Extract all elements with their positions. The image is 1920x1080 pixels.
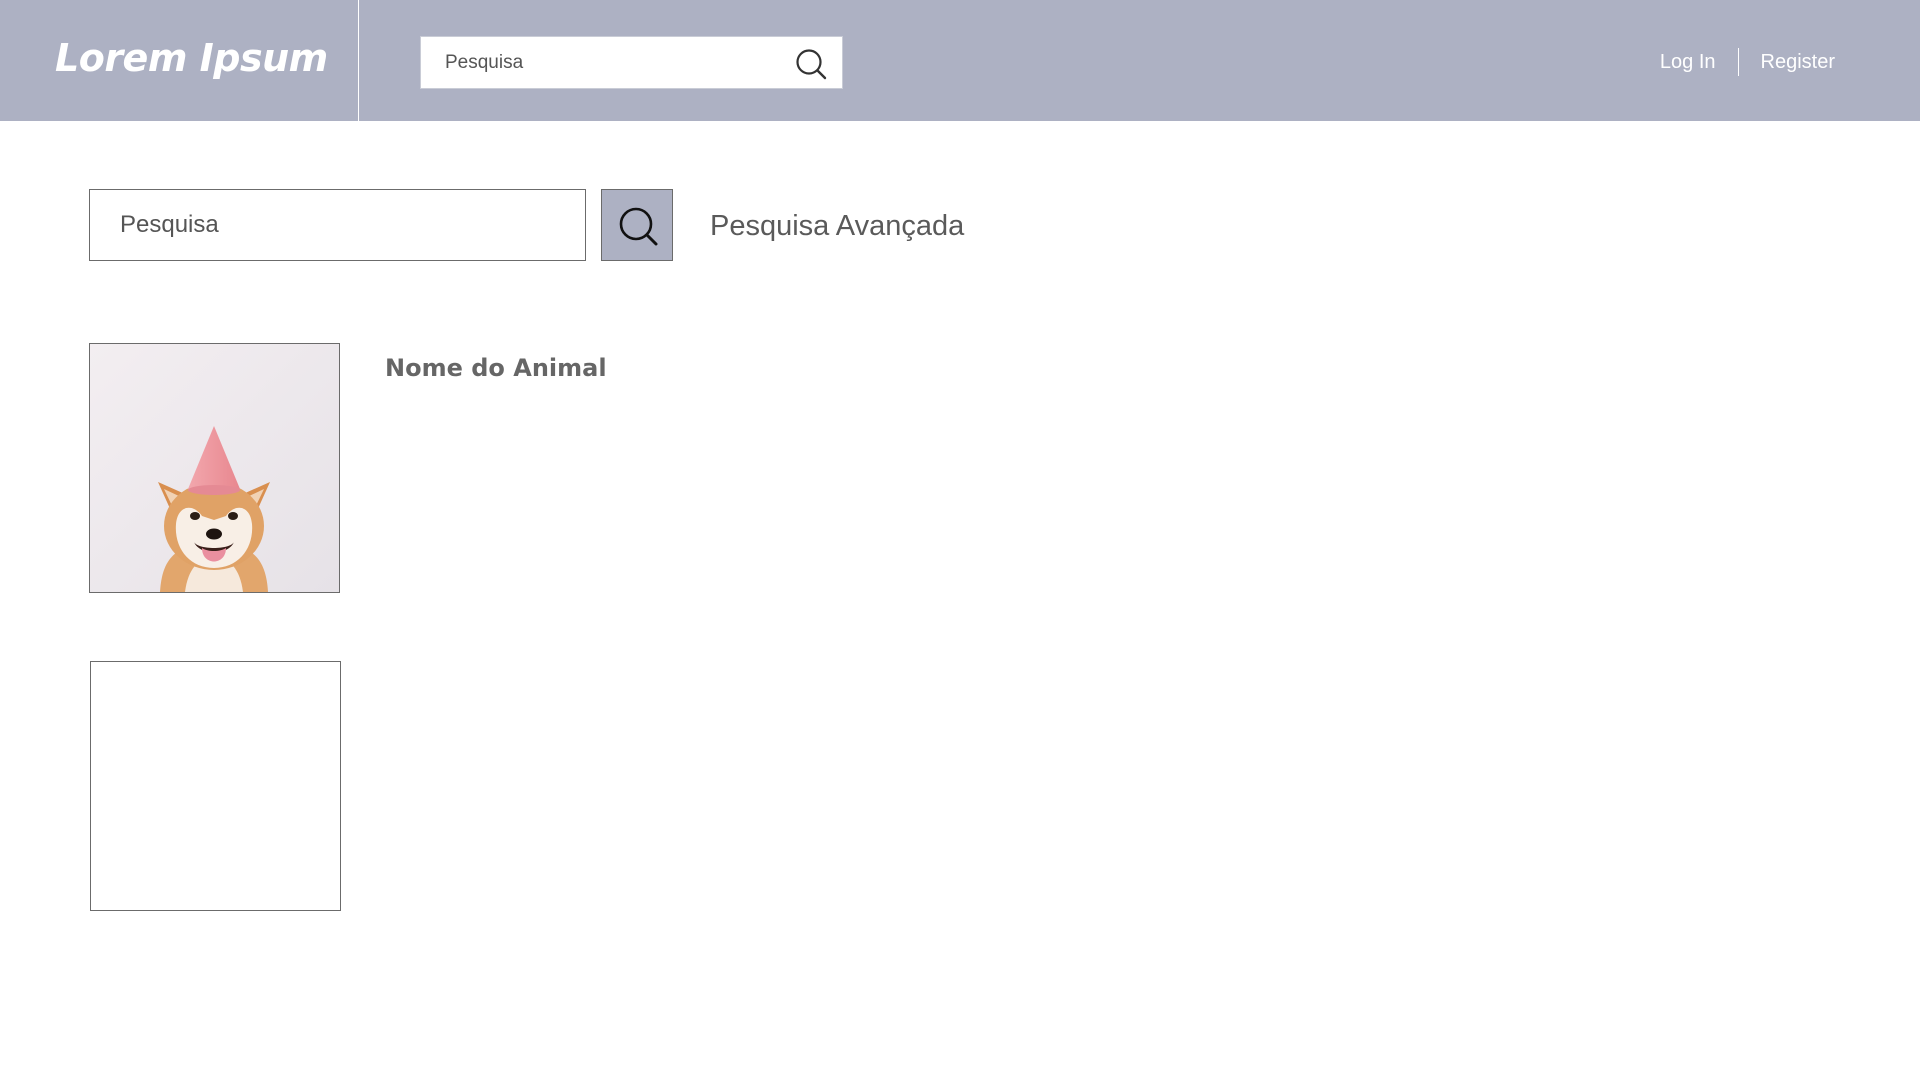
animal-photo[interactable] [89, 343, 340, 593]
search-icon [619, 207, 658, 246]
login-link[interactable]: Log In [1660, 51, 1716, 74]
top-header: Lorem Ipsum Log In Register [0, 0, 1920, 121]
header-divider [358, 0, 359, 121]
register-link[interactable]: Register [1761, 51, 1835, 74]
animal-name[interactable]: Nome do Animal [385, 354, 607, 382]
advanced-search-link[interactable]: Pesquisa Avançada [710, 210, 964, 243]
main-search-box [89, 189, 586, 261]
auth-divider [1737, 48, 1739, 76]
main-search-button[interactable] [601, 189, 673, 261]
shiba-dog-party-hat-image [90, 344, 339, 592]
auth-nav: Log In Register [1660, 48, 1835, 76]
search-icon[interactable] [794, 47, 828, 81]
site-logo[interactable]: Lorem Ipsum [55, 36, 328, 80]
header-search-input[interactable] [421, 37, 781, 88]
animal-photo-placeholder[interactable] [90, 661, 341, 911]
main-search-input[interactable] [90, 190, 585, 260]
header-search-box [420, 36, 843, 89]
